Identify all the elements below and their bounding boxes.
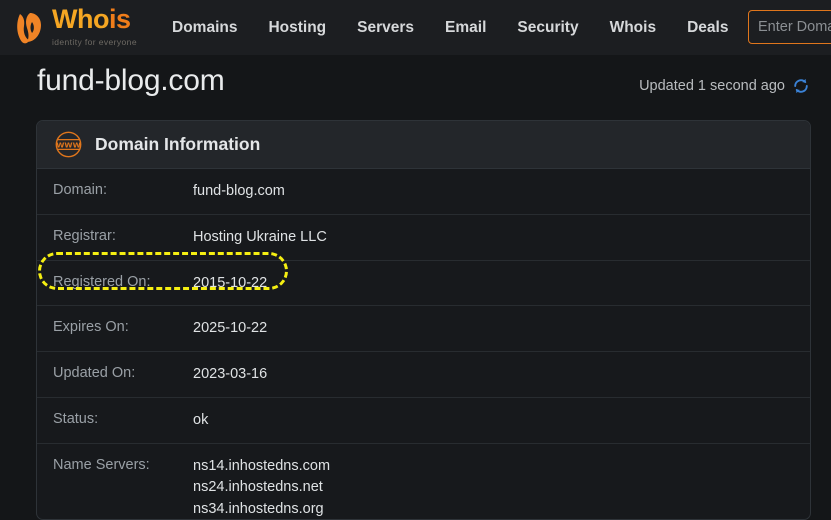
page-title: fund-blog.com xyxy=(37,64,225,98)
table-row-expires-on: Expires On: 2025-10-22 xyxy=(37,306,810,352)
nav-item-whois[interactable]: Whois xyxy=(610,19,657,37)
logo-word-part2: is xyxy=(109,4,131,34)
domain-search-input[interactable] xyxy=(748,10,831,44)
row-value: ns14.inhostedns.com ns24.inhostedns.net … xyxy=(193,456,330,520)
nav-item-deals[interactable]: Deals xyxy=(687,19,728,37)
logo-wordmark: Whois xyxy=(52,4,131,34)
table-row-domain: Domain: fund-blog.com xyxy=(37,169,810,215)
row-value: ok xyxy=(193,410,208,432)
row-value: fund-blog.com xyxy=(193,181,285,203)
updated-timestamp: Updated 1 second ago xyxy=(639,78,785,94)
page-header: fund-blog.com Updated 1 second ago xyxy=(0,55,831,120)
domain-info-table: Domain: fund-blog.com Registrar: Hosting… xyxy=(37,169,810,520)
row-value: Hosting Ukraine LLC xyxy=(193,227,327,249)
logo-word-part1: Who xyxy=(52,4,109,34)
site-logo[interactable]: Whois identity for everyone xyxy=(14,7,144,49)
table-row-status: Status: ok xyxy=(37,398,810,444)
www-globe-icon: WWW xyxy=(54,130,83,159)
table-row-name-servers: Name Servers: ns14.inhostedns.com ns24.i… xyxy=(37,444,810,520)
nav-item-domains[interactable]: Domains xyxy=(172,19,237,37)
logo-tagline: identity for everyone xyxy=(52,37,137,47)
top-navbar: Whois identity for everyone Domains Host… xyxy=(0,0,831,55)
row-label: Status: xyxy=(53,410,193,430)
whois-flame-icon xyxy=(14,10,48,46)
nav-item-hosting[interactable]: Hosting xyxy=(268,19,326,37)
row-label: Domain: xyxy=(53,181,193,201)
nav-links: Domains Hosting Servers Email Security W… xyxy=(172,19,728,37)
row-value: 2015-10-22 xyxy=(193,273,267,295)
updated-status: Updated 1 second ago xyxy=(639,77,810,95)
table-row-registrar: Registrar: Hosting Ukraine LLC xyxy=(37,215,810,261)
nav-item-servers[interactable]: Servers xyxy=(357,19,414,37)
table-row-updated-on: Updated On: 2023-03-16 xyxy=(37,352,810,398)
row-value: 2025-10-22 xyxy=(193,318,267,340)
row-label: Expires On: xyxy=(53,318,193,338)
row-label: Updated On: xyxy=(53,364,193,384)
nav-item-email[interactable]: Email xyxy=(445,19,486,37)
row-label: Registered On: xyxy=(53,273,193,293)
card-header: WWW Domain Information xyxy=(37,121,810,169)
nav-item-security[interactable]: Security xyxy=(517,19,578,37)
domain-information-card: WWW Domain Information Domain: fund-blog… xyxy=(36,120,811,520)
table-row-registered-on: Registered On: 2015-10-22 xyxy=(37,261,810,307)
svg-text:WWW: WWW xyxy=(56,140,80,149)
card-title: Domain Information xyxy=(95,134,260,155)
refresh-icon[interactable] xyxy=(792,77,810,95)
row-value: 2023-03-16 xyxy=(193,364,267,386)
row-label: Name Servers: xyxy=(53,456,193,476)
row-label: Registrar: xyxy=(53,227,193,247)
